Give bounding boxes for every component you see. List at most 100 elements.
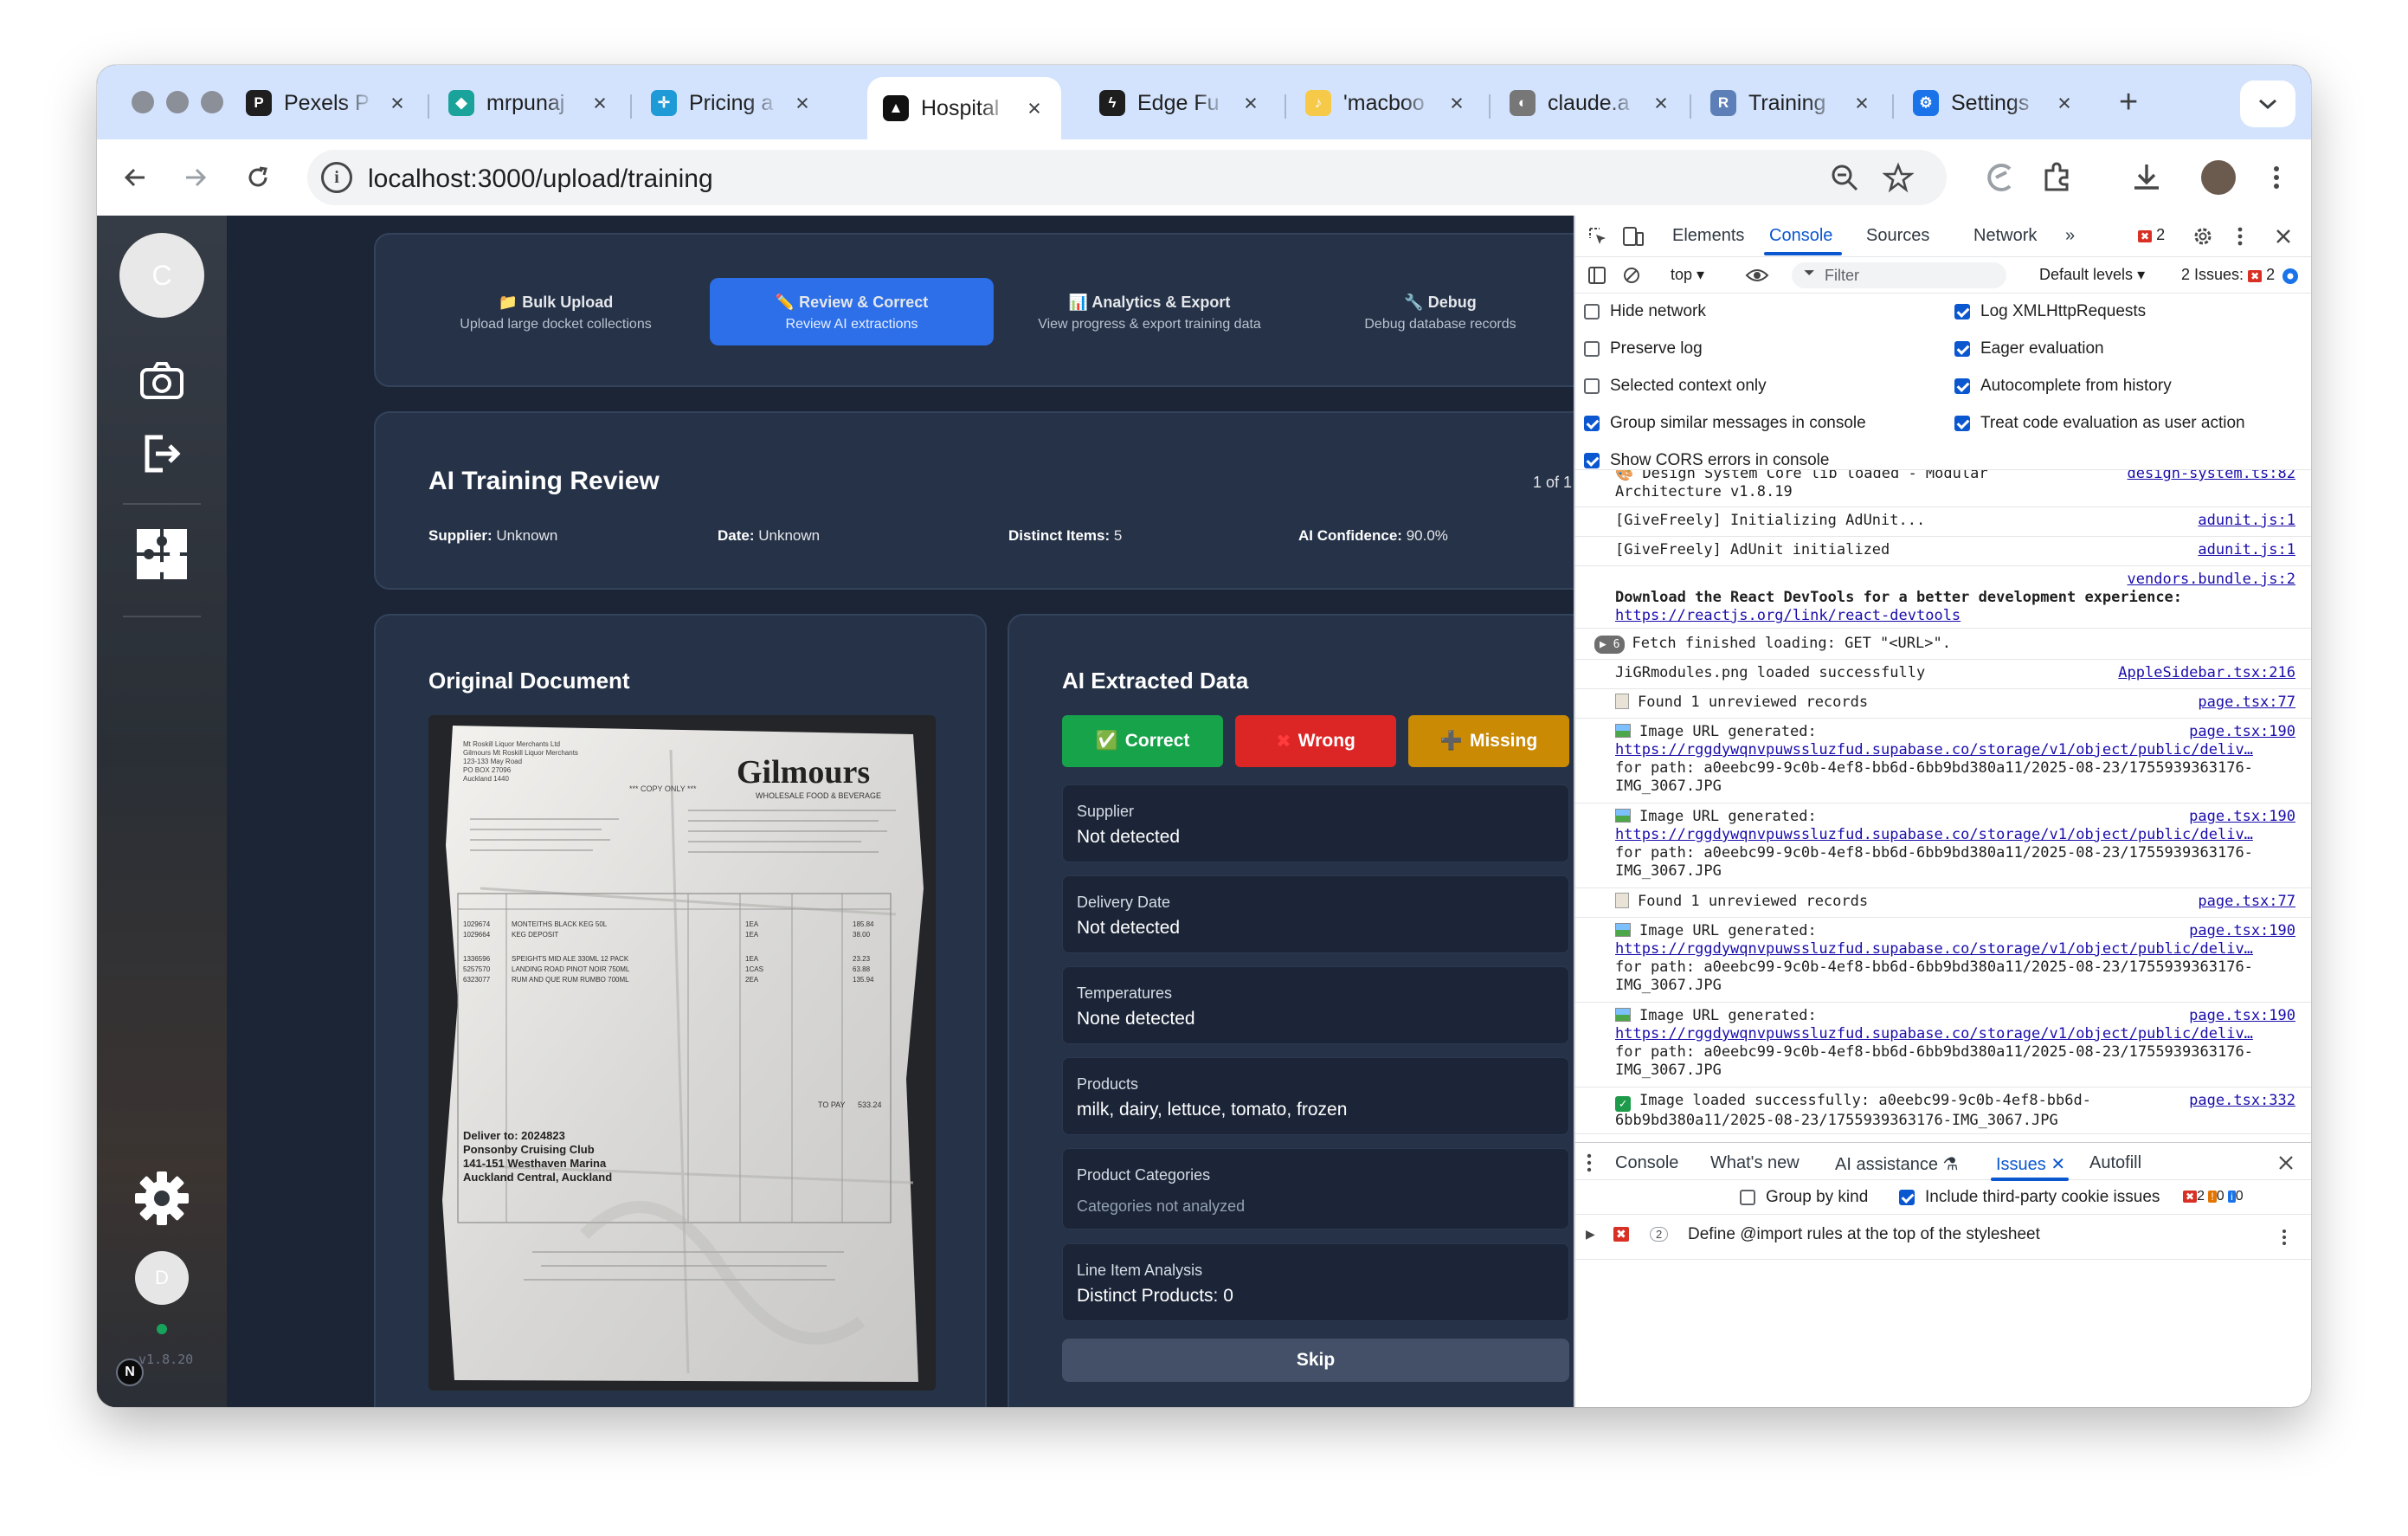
close-tab-icon[interactable]: × <box>1445 90 1468 117</box>
tab-mrpunaj[interactable]: ◆ mrpunaj × <box>433 77 627 129</box>
expand-arrow-icon[interactable]: ▶ <box>1586 1227 1595 1242</box>
extension-icon[interactable] <box>1984 160 2018 195</box>
setting-checkbox[interactable]: Preserve log <box>1584 339 1703 358</box>
devtools-menu-icon[interactable] <box>2237 226 2244 247</box>
browser-menu-button[interactable] <box>2257 158 2295 197</box>
missing-button[interactable]: ➕ Missing <box>1408 715 1569 767</box>
setting-checkbox[interactable]: Show CORS errors in console <box>1584 451 1829 470</box>
puzzle-modules-icon[interactable] <box>135 527 189 581</box>
tab-review-correct[interactable]: ✏️ Review & Correct Review AI extraction… <box>710 278 994 345</box>
log-source-link[interactable]: page.tsx:190 <box>2189 922 2295 940</box>
zoom-window-button[interactable] <box>201 91 223 113</box>
reload-button[interactable] <box>239 158 277 197</box>
tab-pexels[interactable]: P Pexels P × <box>230 77 424 129</box>
devtools-tab-console[interactable]: Console <box>1769 226 1832 246</box>
camera-icon[interactable] <box>138 358 185 404</box>
new-tab-button[interactable]: + <box>2119 86 2138 119</box>
setting-checkbox[interactable]: Log XMLHttpRequests <box>1954 302 2146 321</box>
log-source-link[interactable]: page.tsx:332 <box>2189 1092 2295 1110</box>
tab-claude[interactable]: ◐ claude.a × <box>1494 77 1688 129</box>
drawer-tab-autofill[interactable]: Autofill <box>2089 1153 2141 1173</box>
tab-debug[interactable]: 🔧 Debug Debug database records <box>1302 278 1574 345</box>
log-source-link[interactable]: page.tsx:77 <box>2198 694 2295 712</box>
log-source-link[interactable]: adunit.js:1 <box>2198 512 2295 530</box>
log-source-link[interactable]: vendors.bundle.js:2 <box>2128 571 2295 589</box>
error-counter[interactable]: ✖ 2 <box>2138 226 2165 244</box>
close-tab-icon[interactable]: × <box>1851 90 1873 117</box>
close-tab-icon[interactable]: × <box>589 90 611 117</box>
bookmark-star-icon[interactable] <box>1883 162 1914 193</box>
skip-button[interactable]: Skip <box>1062 1339 1569 1382</box>
log-source-link[interactable]: page.tsx:77 <box>2198 893 2295 911</box>
wrong-button[interactable]: ✖ Wrong <box>1235 715 1396 767</box>
tab-training[interactable]: R Training × <box>1695 77 1889 129</box>
more-tabs-chevron-icon[interactable]: » <box>2065 226 2075 246</box>
close-tab-icon[interactable]: × <box>1650 90 1672 117</box>
close-tab-icon[interactable]: × <box>2053 90 2076 117</box>
minimize-window-button[interactable] <box>166 91 189 113</box>
drawer-menu-icon[interactable] <box>1586 1153 1593 1172</box>
setting-checkbox[interactable]: Group similar messages in console <box>1584 414 1866 433</box>
log-levels-dropdown[interactable]: Default levels ▾ <box>2039 266 2145 284</box>
back-button[interactable] <box>116 158 154 197</box>
log-url-link[interactable]: https://rggdywqnvpuwssluzfud.supabase.co… <box>1615 1025 2295 1043</box>
user-menu-avatar[interactable]: D <box>135 1251 189 1305</box>
devtools-tab-elements[interactable]: Elements <box>1672 226 1744 246</box>
device-toolbar-icon[interactable] <box>1622 226 1645 247</box>
tab-hospital[interactable]: ▲ Hospital × <box>867 77 1061 139</box>
download-icon[interactable] <box>2129 160 2164 195</box>
close-drawer-icon[interactable] <box>2278 1155 2294 1171</box>
issues-counter[interactable]: 2 Issues: ✖ 2 <box>2181 266 2275 284</box>
tab-bulk-upload[interactable]: 📁 Bulk Upload Upload large docket collec… <box>417 278 694 345</box>
docket-image[interactable]: Gilmours WHOLESALE FOOD & BEVERAGE *** C… <box>428 715 936 1391</box>
close-tab-icon[interactable]: ✕ <box>2051 1155 2065 1174</box>
log-url-link[interactable]: https://rggdywqnvpuwssluzfud.supabase.co… <box>1615 741 2295 759</box>
log-source-link[interactable]: page.tsx:190 <box>2189 808 2295 826</box>
issue-row[interactable]: ▶ ✖ 2 Define @import rules at the top of… <box>1575 1215 2311 1260</box>
tab-edge-functions[interactable]: ϟ Edge Fu × <box>1084 77 1278 129</box>
issue-menu-icon[interactable] <box>2282 1229 2287 1246</box>
close-tab-icon[interactable]: × <box>791 90 814 117</box>
settings-gear-icon[interactable] <box>133 1170 190 1227</box>
devtools-tab-network[interactable]: Network <box>1973 226 2037 246</box>
tab-macbook[interactable]: ♪ 'macboo × <box>1290 77 1484 129</box>
profile-avatar[interactable] <box>2201 160 2236 195</box>
forward-button[interactable] <box>177 158 215 197</box>
setting-checkbox[interactable]: Autocomplete from history <box>1954 377 2172 396</box>
tab-search-button[interactable] <box>2240 81 2295 127</box>
drawer-tab-issues[interactable]: Issues ✕ <box>1996 1153 2065 1175</box>
devtools-settings-gear-icon[interactable] <box>2192 225 2214 248</box>
log-source-link[interactable]: adunit.js:1 <box>2198 541 2295 559</box>
group-by-kind-checkbox[interactable]: Group by kind <box>1740 1188 1868 1207</box>
context-selector[interactable]: top ▾ <box>1671 266 1704 284</box>
tab-settings[interactable]: ⚙ Settings × <box>1897 77 2091 129</box>
inspect-element-icon[interactable] <box>1587 226 1608 247</box>
setting-checkbox[interactable]: Hide network <box>1584 302 1706 321</box>
zoom-icon[interactable] <box>1829 162 1860 193</box>
close-devtools-icon[interactable] <box>2275 228 2292 245</box>
devtools-tab-sources[interactable]: Sources <box>1866 226 1929 246</box>
tab-analytics-export[interactable]: 📊 Analytics & Export View progress & exp… <box>1002 278 1297 345</box>
setting-checkbox[interactable]: Treat code evaluation as user action <box>1954 414 2245 433</box>
drawer-tab-ai-assistance[interactable]: AI assistance ⚗ <box>1835 1153 1958 1175</box>
log-source-link[interactable]: page.tsx:190 <box>2189 723 2295 741</box>
setting-checkbox[interactable]: Selected context only <box>1584 377 1767 396</box>
extensions-puzzle-icon[interactable] <box>2039 160 2074 195</box>
log-source-link[interactable]: design-system.ts:82 <box>2128 470 2295 483</box>
drawer-tab-whats-new[interactable]: What's new <box>1710 1153 1800 1173</box>
console-settings-gear-icon[interactable] <box>2280 266 2301 287</box>
console-filter-input[interactable]: ⏷ Filter <box>1792 262 2006 288</box>
sidebar-toggle-icon[interactable] <box>1587 266 1606 285</box>
log-url-link[interactable]: https://reactjs.org/link/react-devtools <box>1615 607 2295 625</box>
clear-console-icon[interactable] <box>1622 266 1641 285</box>
close-tab-icon[interactable]: × <box>1023 95 1046 122</box>
log-source-link[interactable]: page.tsx:190 <box>2189 1007 2295 1025</box>
log-url-link[interactable]: https://rggdywqnvpuwssluzfud.supabase.co… <box>1615 826 2295 844</box>
site-info-icon[interactable]: i <box>321 162 352 193</box>
tab-pricing[interactable]: ✛ Pricing a × <box>635 77 829 129</box>
correct-button[interactable]: ✅ Correct <box>1062 715 1223 767</box>
repeat-count-badge[interactable]: ▶ 6 <box>1594 636 1626 654</box>
user-avatar[interactable]: C <box>119 233 204 318</box>
log-url-link[interactable]: https://rggdywqnvpuwssluzfud.supabase.co… <box>1615 940 2295 958</box>
nextjs-badge[interactable]: N <box>116 1359 144 1386</box>
